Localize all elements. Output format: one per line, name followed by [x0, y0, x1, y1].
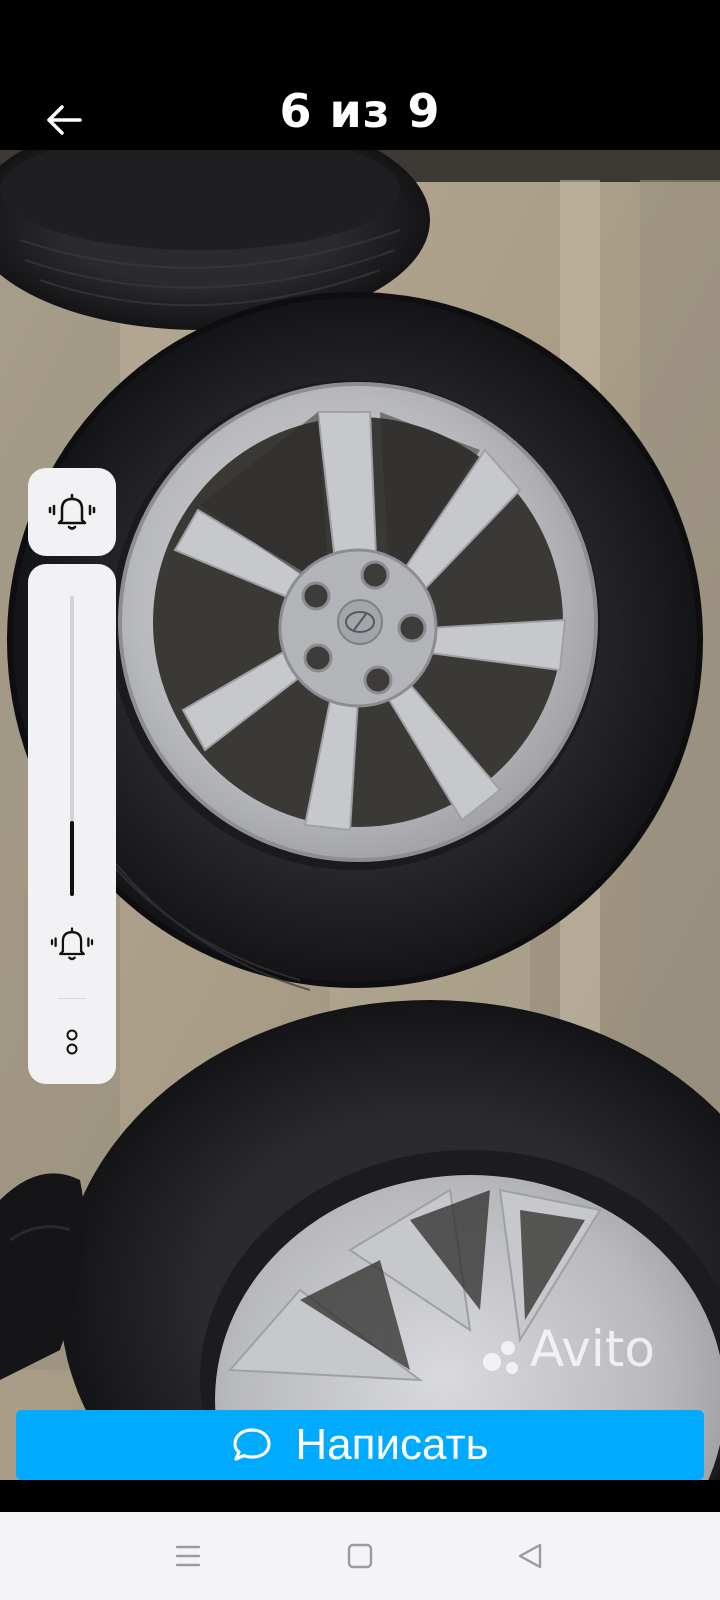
system-nav-bar [0, 1512, 720, 1600]
write-message-button[interactable]: Написать [16, 1410, 704, 1480]
volume-more-button[interactable] [58, 1024, 86, 1060]
top-bar: 6 из 9 [0, 0, 720, 150]
chat-bubble-icon [233, 1428, 271, 1461]
square-home-icon [347, 1543, 373, 1569]
volume-level [70, 821, 74, 896]
photo-counter: 6 из 9 [279, 84, 441, 138]
recents-button[interactable] [162, 1530, 214, 1582]
bell-ring-icon [50, 927, 94, 961]
menu-icon [175, 1545, 201, 1567]
bell-ring-icon [48, 493, 96, 530]
volume-divider [58, 998, 86, 999]
triangle-back-icon [518, 1543, 542, 1569]
ring-mode-button[interactable] [28, 468, 116, 556]
screen: Avito 6 из 9 Написать [0, 0, 720, 1600]
volume-slider[interactable] [70, 596, 74, 896]
watermark-text: Avito [530, 1320, 655, 1378]
system-back-button[interactable] [504, 1530, 556, 1582]
home-button[interactable] [334, 1530, 386, 1582]
write-button-label: Написать [295, 1420, 489, 1469]
bottom-strip [0, 1480, 720, 1512]
watermark-logo-icon [483, 1341, 518, 1374]
ring-volume-button[interactable] [50, 924, 94, 964]
more-dots-icon [66, 1029, 78, 1055]
volume-panel [28, 564, 116, 1084]
